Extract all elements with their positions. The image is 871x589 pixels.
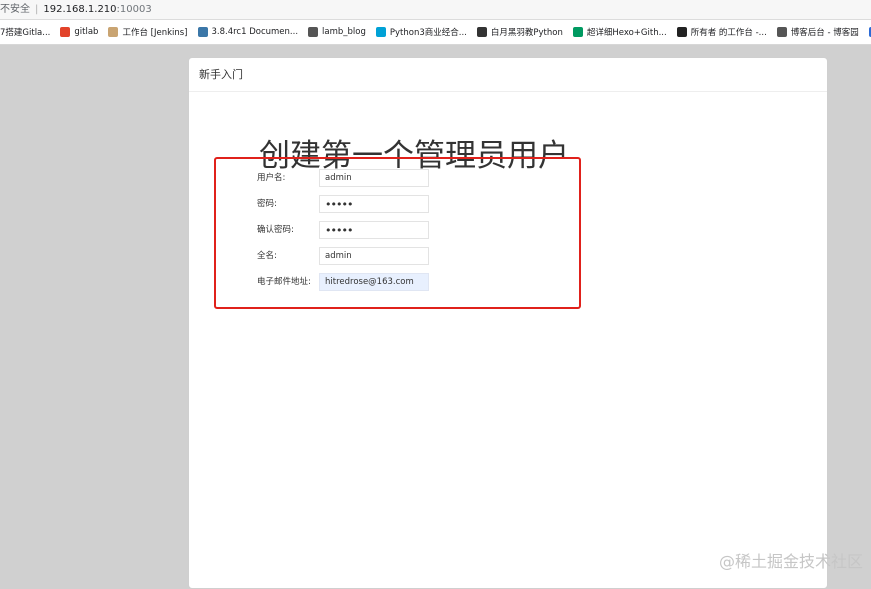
- gitlab-icon: [60, 27, 71, 37]
- bookmark-item[interactable]: 超详细Hexo+Gith...: [572, 26, 667, 38]
- bookmark-label: 所有者 的工作台 -...: [690, 28, 767, 38]
- bookmark-label: lamb_blog: [322, 27, 366, 37]
- watermark: @稀土掘金技术社区: [718, 552, 863, 571]
- jenkins-icon: [108, 27, 119, 37]
- address-host: 192.168.1.210: [43, 4, 117, 15]
- bookmark-label: 3.8.4rc1 Documen...: [211, 27, 299, 37]
- bookmark-item[interactable]: lamb_blog: [308, 27, 366, 37]
- panel-header: 新手入门: [189, 58, 827, 92]
- bookmark-icon: [476, 27, 487, 37]
- bookmark-item[interactable]: 博客后台 - 博客园: [776, 26, 859, 38]
- security-indicator[interactable]: 不安全: [0, 4, 30, 15]
- python-icon: [197, 27, 208, 37]
- bookmark-label: 7搭建Gitla...: [0, 28, 51, 38]
- setup-panel: 新手入门 创建第一个管理员用户 用户名:密码:确认密码:全名:电子邮件地址:: [188, 57, 828, 589]
- address-separator: |: [35, 4, 39, 15]
- bookmark-item[interactable]: 7搭建Gitla...: [0, 26, 50, 38]
- bookmarks-bar: 7搭建Gitla... gitlab 工作台 [Jenkins] 3.8.4rc1 D…: [0, 20, 871, 45]
- bookmark-item[interactable]: Python3商业经合...: [375, 26, 467, 38]
- bookmark-label: Python3商业经合...: [389, 28, 467, 38]
- highlight-box: [214, 157, 581, 309]
- github-icon: [676, 27, 687, 37]
- globe-icon: [308, 27, 319, 37]
- bookmark-label: 白月黑羽教Python: [490, 28, 563, 38]
- address-bar[interactable]: 不安全 | 192.168.1.210:10003: [0, 0, 871, 20]
- segmentfault-icon: [572, 27, 583, 37]
- bookmark-item[interactable]: 白月黑羽教Python: [476, 26, 563, 38]
- bookmark-item[interactable]: gitlab: [60, 27, 98, 37]
- bookmark-label: 超详细Hexo+Gith...: [586, 28, 667, 38]
- bookmark-label: 工作台 [Jenkins]: [122, 28, 188, 38]
- bilibili-icon: [375, 27, 386, 37]
- bookmark-item[interactable]: 3.8.4rc1 Documen...: [197, 27, 299, 37]
- address-port: :10003: [116, 4, 152, 15]
- cnblogs-icon: [776, 27, 787, 37]
- bookmark-label: gitlab: [74, 27, 99, 37]
- bookmark-item[interactable]: 工作台 [Jenkins]: [108, 26, 188, 38]
- bookmark-label: 博客后台 - 博客园: [790, 28, 859, 38]
- bookmark-item[interactable]: 所有者 的工作台 -...: [676, 26, 767, 38]
